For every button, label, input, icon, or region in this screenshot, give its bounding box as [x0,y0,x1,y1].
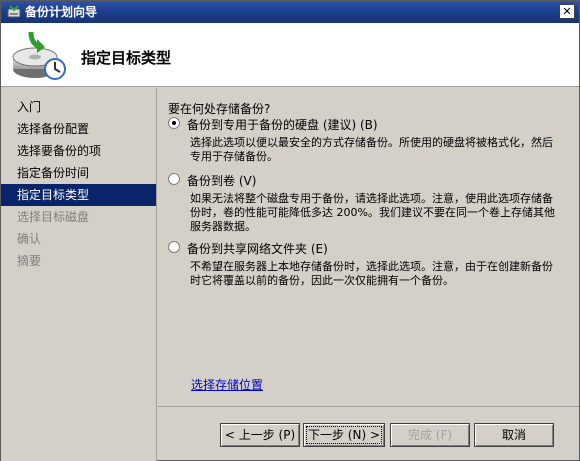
step-select-backup-config: 选择备份配置 [17,122,90,136]
radio-volume[interactable] [168,173,180,185]
backup-disk-icon [12,31,66,80]
option-volume-desc: 如果无法将整个磁盘专用于备份，请选择此选项。注意，使用此选项存储备份时，卷的性能… [190,192,555,233]
option-network-folder-desc: 不希望在服务器上本地存储备份时，选择此选项。注意，由于在创建新备份时它将覆盖以前… [190,260,553,287]
step-getting-started: 入门 [17,100,42,114]
storage-question: 要在何处存储备份? [168,102,271,116]
wizard-window: 备份计划向导 ✕ 指定目标类型 入门 选择备份配置 选择要备份的项 指定备份时间… [0,0,580,461]
wizard-content: 要在何处存储备份? 备份到专用于备份的硬盘 (建议) (B) 选择此选项以便以最… [158,88,579,406]
page-title: 指定目标类型 [81,49,172,67]
window-title: 备份计划向导 [25,5,98,19]
wizard-header: 指定目标类型 [1,23,579,87]
option-dedicated-disk-label[interactable]: 备份到专用于备份的硬盘 (建议) (B) [187,116,378,133]
option-dedicated-disk-desc: 选择此选项以便以最安全的方式存储备份。所使用的硬盘将被格式化，然后专用于存储备份… [190,136,553,163]
step-specify-destination-type: 指定目标类型 [1,184,156,206]
step-confirmation: 确认 [17,232,42,246]
step-specify-time: 指定备份时间 [17,166,90,180]
step-summary: 摘要 [17,254,42,268]
wizard-steps: 入门 选择备份配置 选择要备份的项 指定备份时间 指定目标类型 选择目标磁盘 确… [1,96,156,272]
option-volume-label[interactable]: 备份到卷 (V) [187,172,256,189]
choose-storage-location-link[interactable]: 选择存储位置 [191,376,263,393]
option-network-folder-label[interactable]: 备份到共享网络文件夹 (E) [187,240,328,257]
footer-divider [158,406,579,407]
title-bar[interactable]: 备份计划向导 ✕ [1,1,579,23]
finish-button[interactable]: 完成 (F) [390,423,470,447]
close-icon: ✕ [562,5,572,18]
next-button[interactable]: 下一步 (N) > [303,423,385,447]
wizard-steps-pane: 入门 选择备份配置 选择要备份的项 指定备份时间 指定目标类型 选择目标磁盘 确… [1,88,157,461]
back-button[interactable]: < 上一步 (P) [220,423,300,447]
close-button[interactable]: ✕ [559,4,575,19]
step-select-destination-disk: 选择目标磁盘 [17,210,90,224]
radio-dedicated-disk[interactable] [168,117,180,129]
radio-network-folder[interactable] [168,241,180,253]
step-select-items: 选择要备份的项 [17,144,102,158]
cancel-button[interactable]: 取消 [474,423,554,447]
backup-wizard-icon [7,5,21,18]
